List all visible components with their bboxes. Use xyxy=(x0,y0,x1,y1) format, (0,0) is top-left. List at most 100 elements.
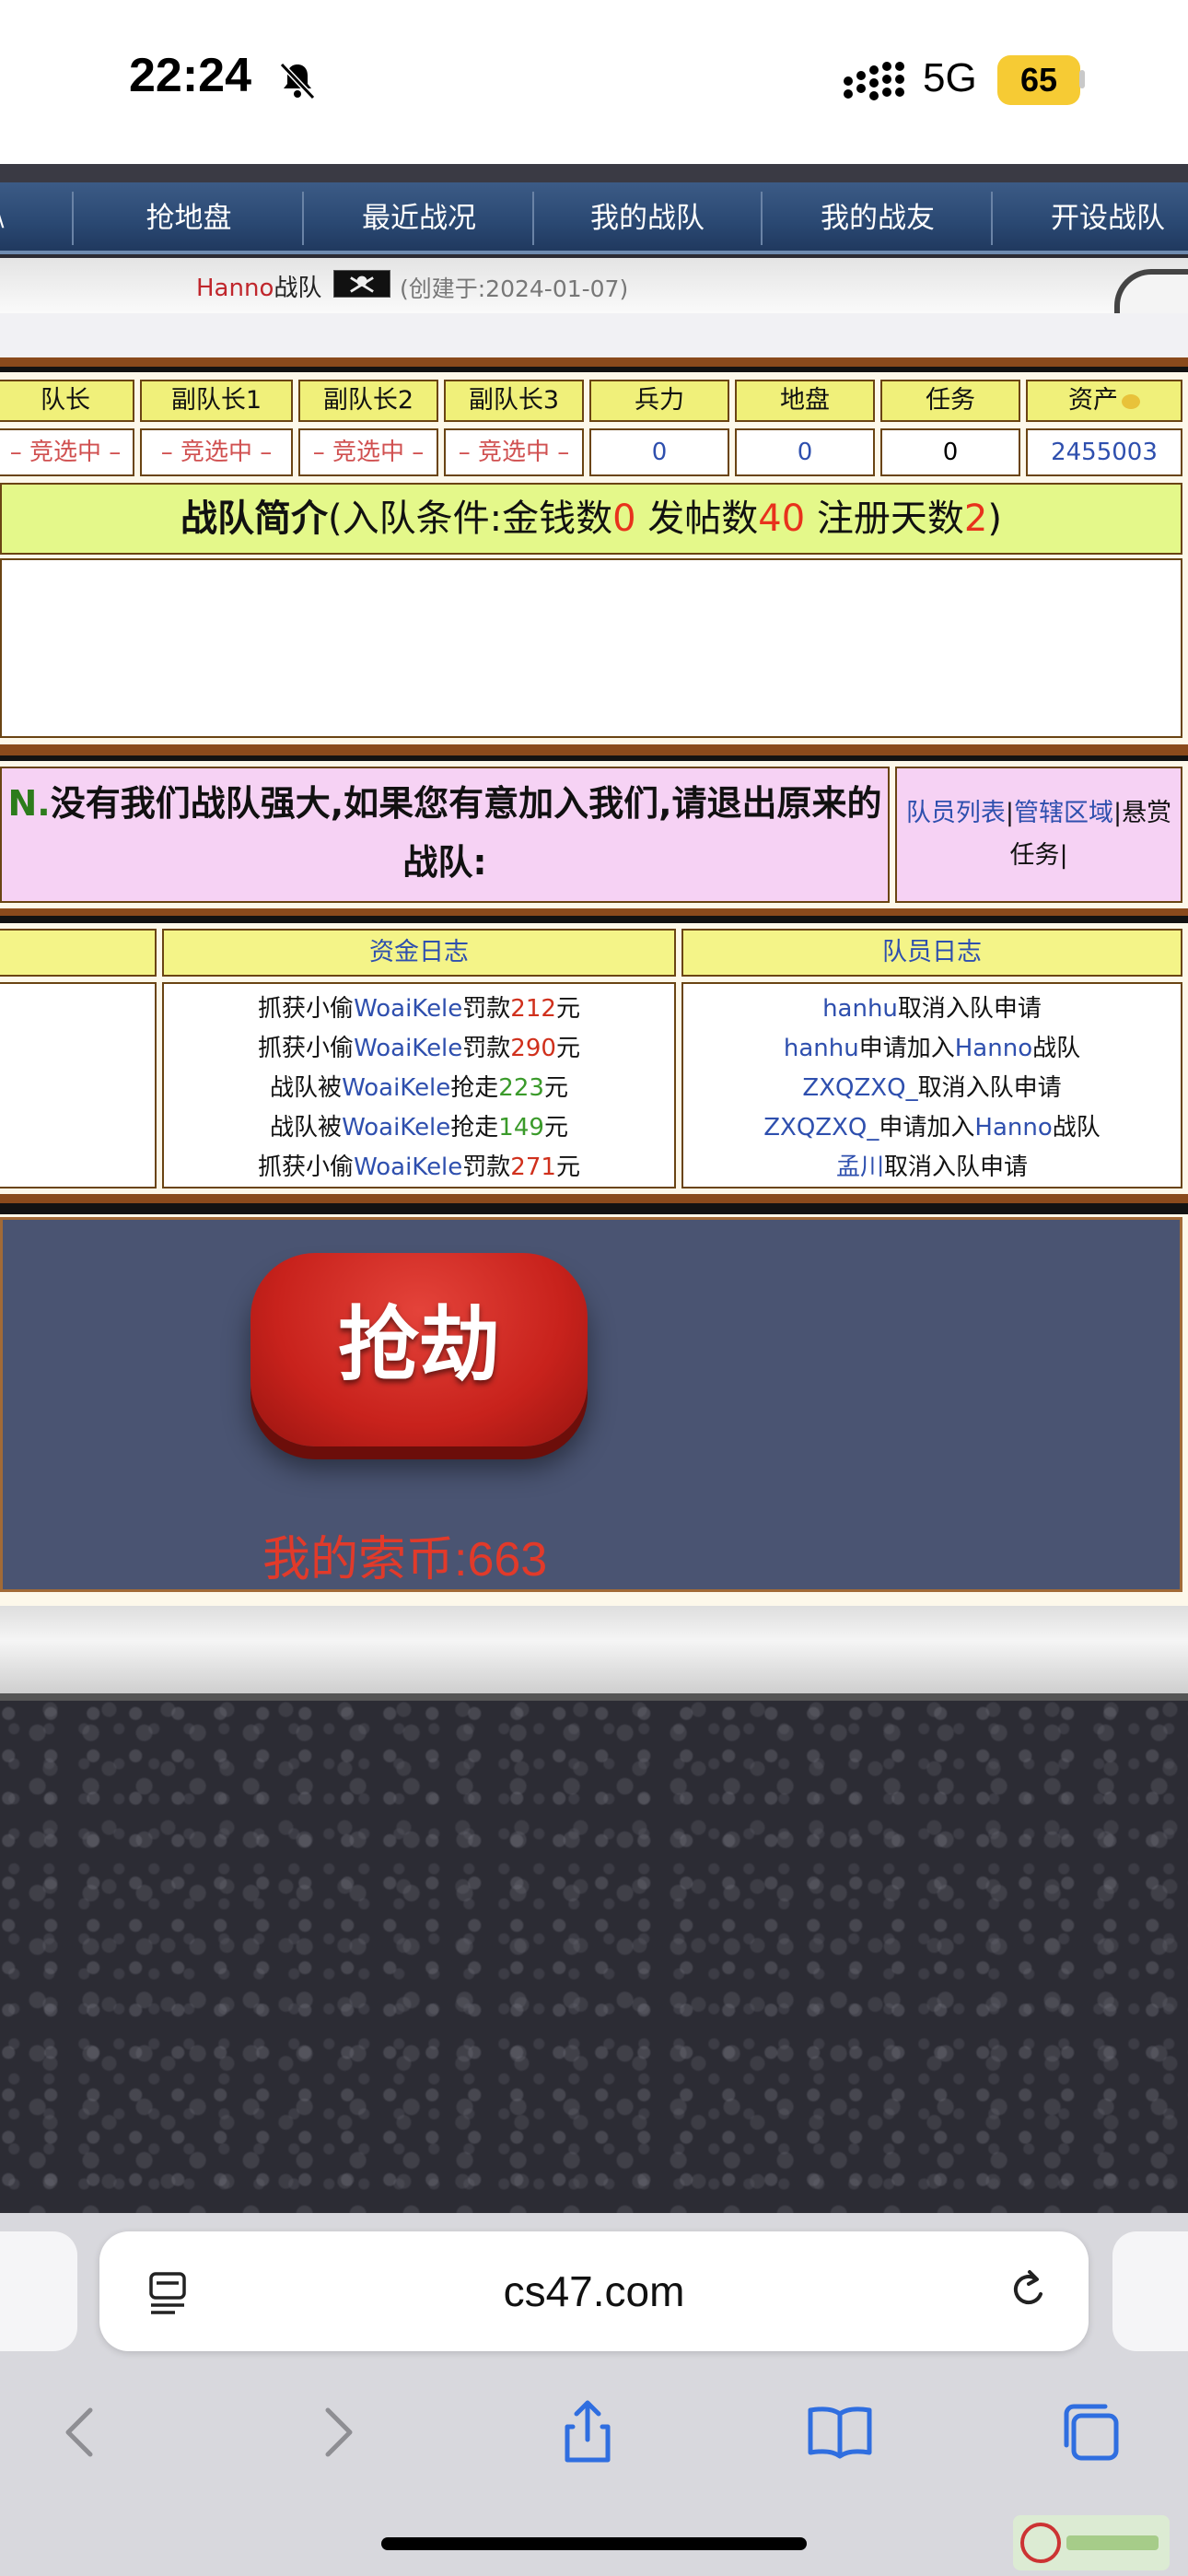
intro-cond-money-label: (入队条件:金钱数 xyxy=(328,498,613,540)
entry-text: 取消入队申请 xyxy=(884,1153,1029,1181)
divider xyxy=(0,367,1188,372)
reload-icon[interactable] xyxy=(1004,2268,1052,2316)
page-menu-icon[interactable] xyxy=(147,2268,192,2316)
member-log-entry: hanhu取消入队申请 xyxy=(683,989,1181,1029)
nav-item-my-team[interactable]: 我的战队 xyxy=(532,182,763,254)
nav-item-my-comrades[interactable]: 我的战友 xyxy=(763,182,993,254)
nav-item-grab-territory[interactable]: 抢地盘 xyxy=(74,182,304,254)
territory-link[interactable]: 管辖区域 xyxy=(1014,799,1113,827)
entry-text: 抢走 xyxy=(450,1074,499,1102)
member-log-header: 队员日志 xyxy=(681,929,1182,977)
stats-header-assets: 资产 xyxy=(1026,380,1182,422)
fund-log-entry: 战队被WoaiKele抢走223元 xyxy=(164,1069,674,1108)
stats-header-deputy3: 副队长3 xyxy=(444,380,584,422)
member-log-entry: hanhu申请加入Hanno战队 xyxy=(683,1029,1181,1069)
entry-user[interactable]: WoaiKele xyxy=(342,1114,450,1142)
divider xyxy=(0,908,1188,916)
intro-heading: 战队简介 xyxy=(181,498,329,540)
stats-header-tasks: 任务 xyxy=(880,380,1020,422)
entry-user[interactable]: WoaiKele xyxy=(354,1035,462,1062)
entry-team[interactable]: Hanno xyxy=(955,1035,1032,1062)
created-date: (创建于:2024-01-07) xyxy=(400,275,629,302)
nav-item-recent-battles[interactable]: 最近战况 xyxy=(304,182,534,254)
stats-value-assets: 2455003 xyxy=(1026,428,1182,476)
intro-days-value: 2 xyxy=(963,498,988,540)
entry-text: 战队 xyxy=(1032,1035,1081,1062)
main-nav: \ 抢地盘 最近战况 我的战队 我的战友 开设战队 xyxy=(0,182,1188,254)
divider xyxy=(0,755,1188,761)
entry-amount: 290 xyxy=(510,1035,556,1062)
member-list-link[interactable]: 队员列表 xyxy=(906,799,1006,827)
team-links: 队员列表|管辖区域|悬赏任务| xyxy=(895,767,1182,903)
intro-close: ) xyxy=(987,498,1002,540)
divider xyxy=(0,1203,1188,1214)
entry-user[interactable]: 孟川 xyxy=(836,1153,884,1181)
share-icon[interactable] xyxy=(551,2395,624,2469)
stats-header-territory: 地盘 xyxy=(735,380,875,422)
next-tab-preview[interactable] xyxy=(1112,2231,1188,2351)
entry-amount: 212 xyxy=(510,995,556,1023)
clock: 22:24 xyxy=(129,49,251,102)
entry-text: 取消入队申请 xyxy=(917,1074,1062,1102)
join-notice: N.没有我们战队强大,如果您有意加入我们,请退出原来的战队: xyxy=(0,767,890,903)
fund-log-entry: 抓获小偷WoaiKele罚款290元 xyxy=(164,1029,674,1069)
entry-amount: 223 xyxy=(498,1074,544,1102)
join-text: 没有我们战队强大,如果您有意加入我们,请退出原来的战队: xyxy=(50,783,882,883)
pirate-flag-icon xyxy=(333,270,390,298)
entry-user[interactable]: ZXQZXQ_ xyxy=(802,1074,917,1102)
entry-user[interactable]: WoaiKele xyxy=(342,1074,450,1102)
stats-value-tasks: 0 xyxy=(880,428,1020,476)
link-separator: | xyxy=(1005,799,1014,827)
tabs-icon[interactable] xyxy=(1054,2395,1127,2469)
rob-button[interactable]: 抢劫 xyxy=(250,1253,588,1446)
stats-value-troops: 0 xyxy=(589,428,729,476)
intro-posts-label: 发帖数 xyxy=(635,498,759,540)
stats-header-deputy2: 副队长2 xyxy=(298,380,438,422)
entry-text: 抓获小偷 xyxy=(258,995,355,1023)
intro-money-value: 0 xyxy=(612,498,636,540)
join-prefix: N. xyxy=(7,783,51,824)
entry-team[interactable]: Hanno xyxy=(974,1114,1052,1142)
log-header-partial xyxy=(0,929,157,977)
stats-header-troops: 兵力 xyxy=(589,380,729,422)
entry-text: 抓获小偷 xyxy=(258,1035,355,1062)
forward-icon[interactable] xyxy=(300,2395,374,2469)
team-title: Hanno战队 xyxy=(196,269,321,303)
team-suffix: 战队 xyxy=(274,275,322,302)
entry-text: 抓获小偷 xyxy=(258,1153,355,1181)
back-icon[interactable] xyxy=(44,2395,118,2469)
stats-value-deputy3[interactable]: – 竞选中 – xyxy=(444,428,584,476)
entry-text: 罚款 xyxy=(462,1153,511,1181)
stats-value-deputy1[interactable]: – 竞选中 – xyxy=(140,428,293,476)
header-spacer xyxy=(0,313,1188,357)
entry-user[interactable]: ZXQZXQ_ xyxy=(763,1114,879,1142)
member-log-entry: ZXQZXQ_取消入队申请 xyxy=(683,1069,1181,1108)
divider xyxy=(0,357,1188,367)
entry-unit: 元 xyxy=(543,1074,568,1102)
stats-value-territory: 0 xyxy=(735,428,875,476)
entry-unit: 元 xyxy=(543,1114,568,1142)
fund-log-entry: 抓获小偷WoaiKele罚款212元 xyxy=(164,989,674,1029)
divider xyxy=(0,1194,1188,1203)
entry-user[interactable]: hanhu xyxy=(784,1035,859,1062)
entry-user[interactable]: hanhu xyxy=(822,995,898,1023)
divider xyxy=(0,916,1188,923)
entry-text: 战队 xyxy=(1052,1114,1101,1142)
stats-value-deputy2[interactable]: – 竞选中 – xyxy=(298,428,438,476)
entry-user[interactable]: WoaiKele xyxy=(354,1153,462,1181)
team-name[interactable]: Hanno xyxy=(196,275,274,302)
stats-value-leader[interactable]: – 竞选中 – xyxy=(0,428,134,476)
entry-unit: 元 xyxy=(555,1153,580,1181)
nav-item-partial[interactable]: \ xyxy=(0,182,9,254)
background-texture xyxy=(0,1701,1188,2213)
nav-item-create-team[interactable]: 开设战队 xyxy=(993,182,1188,254)
footer-bar xyxy=(0,1606,1188,1693)
team-intro-title: 战队简介(入队条件:金钱数0 发帖数40 注册天数2) xyxy=(0,483,1182,555)
previous-tab-preview[interactable] xyxy=(0,2231,77,2351)
entry-text: 战队被 xyxy=(270,1074,343,1102)
stats-header-leader: 队长 xyxy=(0,380,134,422)
bookmarks-icon[interactable] xyxy=(803,2395,877,2469)
coin-icon xyxy=(1122,393,1140,409)
url-text[interactable]: cs47.com xyxy=(99,2231,1089,2351)
entry-user[interactable]: WoaiKele xyxy=(354,995,462,1023)
